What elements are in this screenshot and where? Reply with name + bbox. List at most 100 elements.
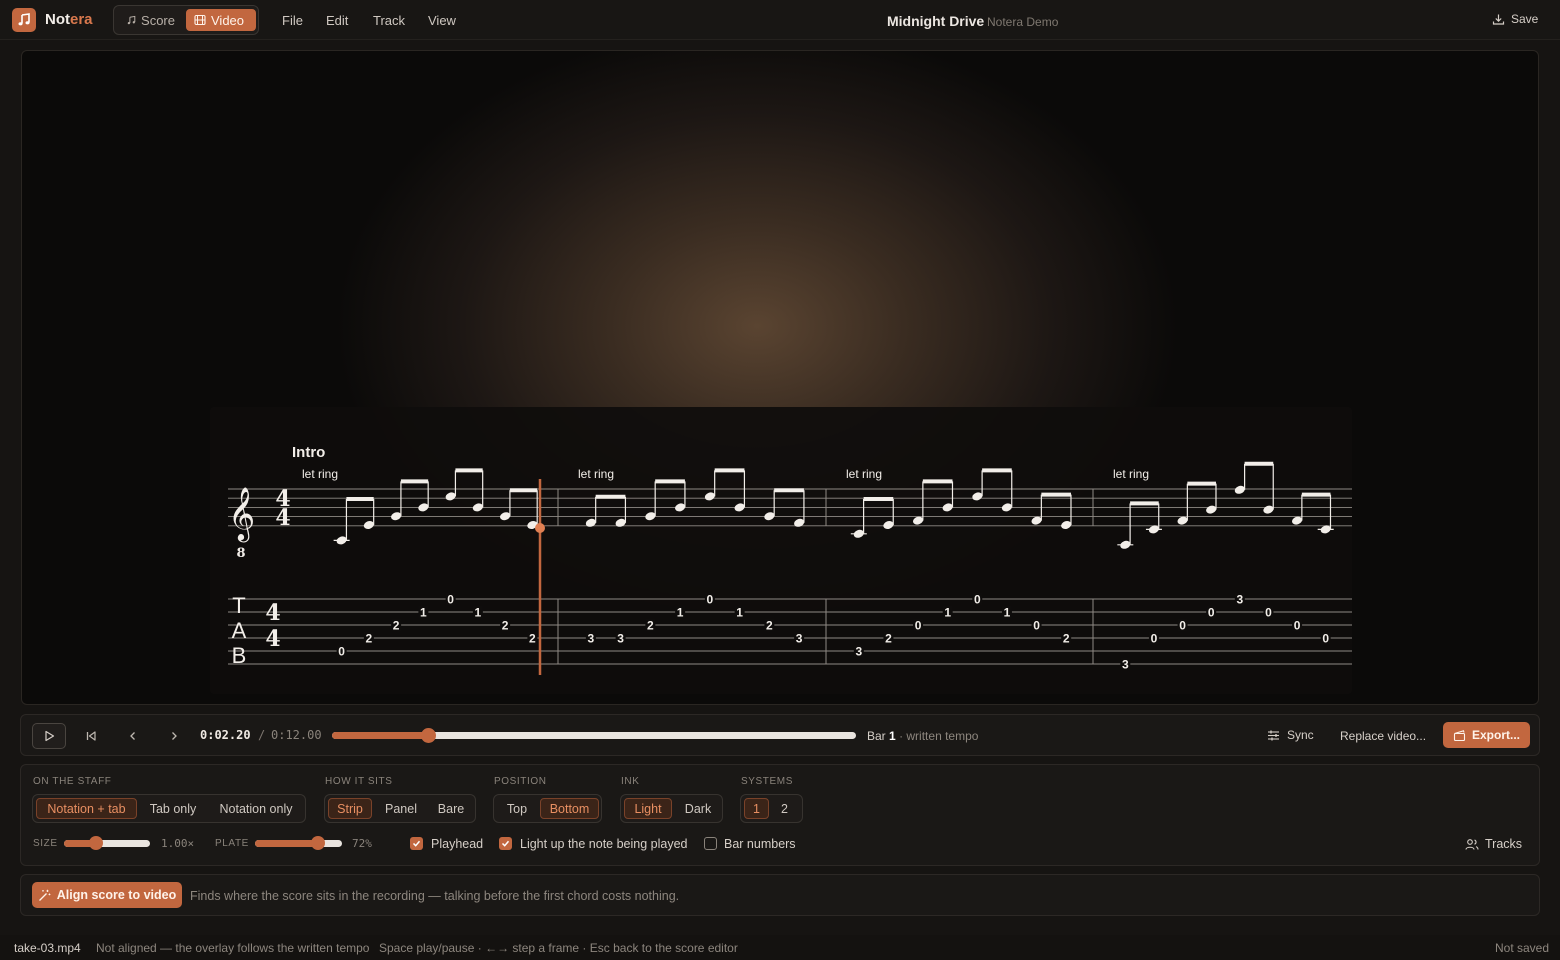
size-label: SIZE bbox=[33, 838, 58, 849]
tracks-button[interactable]: Tracks bbox=[1465, 837, 1522, 851]
how-it-sits-segmented: Strip Panel Bare bbox=[324, 794, 476, 823]
octave-marker: 8 bbox=[236, 546, 245, 561]
timeline-handle[interactable] bbox=[421, 728, 437, 743]
plate-slider[interactable] bbox=[255, 836, 342, 850]
on-staff-segmented: Notation + tab Tab only Notation only bbox=[32, 794, 306, 823]
mode-score-label: Score bbox=[141, 12, 175, 28]
total-time: 0:12.00 bbox=[271, 728, 322, 742]
notation-tab-option[interactable]: Notation + tab bbox=[36, 798, 137, 819]
tab-fret-number: 1 bbox=[1004, 606, 1011, 620]
tab-fret-number: 0 bbox=[447, 593, 454, 607]
light-up-checkbox[interactable] bbox=[499, 837, 512, 850]
size-value: 1.00× bbox=[161, 837, 195, 850]
top-bar: Notera Score Video File Edit Track View … bbox=[0, 0, 1560, 40]
menu-view[interactable]: View bbox=[428, 13, 456, 28]
skip-to-start-button[interactable] bbox=[74, 723, 108, 749]
timeline-progress bbox=[332, 732, 429, 739]
menu-edit[interactable]: Edit bbox=[326, 13, 348, 28]
let-ring-annotation: let ring bbox=[1113, 467, 1149, 481]
save-label: Save bbox=[1511, 12, 1539, 26]
tab-fret-number: 0 bbox=[1033, 619, 1040, 633]
document-subtitle: Notera Demo bbox=[987, 15, 1059, 29]
systems-2-option[interactable]: 2 bbox=[772, 798, 797, 819]
magic-wand-icon bbox=[38, 889, 51, 901]
menu-file[interactable]: File bbox=[282, 13, 303, 28]
position-label: POSITION bbox=[494, 776, 547, 787]
mode-video-button[interactable]: Video bbox=[186, 9, 256, 31]
status-file: take-03.mp4 bbox=[14, 941, 81, 955]
light-up-label: Light up the note being played bbox=[520, 837, 688, 851]
menu-track[interactable]: Track bbox=[373, 13, 405, 28]
tab-fret-number: 2 bbox=[393, 619, 400, 633]
app-logo-icon bbox=[12, 8, 36, 32]
align-score-button[interactable]: Align score to video bbox=[32, 882, 182, 908]
chevron-right-icon bbox=[172, 732, 177, 740]
size-slider[interactable] bbox=[64, 836, 150, 850]
tab-fret-number: 3 bbox=[1236, 593, 1243, 607]
tab-only-option[interactable]: Tab only bbox=[141, 798, 205, 819]
app-name-accent: era bbox=[70, 11, 93, 28]
mode-score-button[interactable]: Score bbox=[119, 9, 183, 31]
let-ring-annotation: let ring bbox=[302, 467, 338, 481]
panel-option[interactable]: Panel bbox=[377, 798, 425, 819]
play-button[interactable] bbox=[32, 723, 66, 749]
section-marker: Intro bbox=[292, 444, 325, 461]
status-bar: take-03.mp4 Not aligned — the overlay fo… bbox=[0, 935, 1560, 960]
strip-option[interactable]: Strip bbox=[328, 798, 372, 819]
treble-clef: 𝄞 bbox=[228, 486, 255, 542]
playhead-active-note bbox=[535, 523, 545, 533]
tab-fret-number: 2 bbox=[647, 619, 654, 633]
bar-number: 1 bbox=[889, 729, 896, 743]
tab-time-signature-bottom: 4 bbox=[265, 626, 280, 652]
save-button[interactable]: Save bbox=[1492, 12, 1538, 26]
bar-numbers-checkbox[interactable] bbox=[704, 837, 717, 850]
download-icon bbox=[1492, 14, 1505, 25]
align-bar: Align score to video Finds where the sco… bbox=[20, 874, 1540, 916]
light-ink-option[interactable]: Light bbox=[624, 798, 672, 819]
tab-fret-number: 0 bbox=[1151, 632, 1158, 646]
align-hint: Finds where the score sits in the record… bbox=[190, 889, 680, 903]
tab-fret-number: 3 bbox=[1122, 658, 1129, 672]
systems-label: SYSTEMS bbox=[741, 776, 793, 787]
tab-fret-number: 0 bbox=[1294, 619, 1301, 633]
tab-fret-number: 2 bbox=[502, 619, 509, 633]
status-alignment: Not aligned — the overlay follows the wr… bbox=[96, 941, 370, 955]
export-button[interactable]: Export... bbox=[1443, 722, 1530, 748]
tab-fret-number: 1 bbox=[420, 606, 427, 620]
overlay-options-panel: ON THE STAFF Notation + tab Tab only Not… bbox=[20, 764, 1540, 866]
ink-segmented: Light Dark bbox=[620, 794, 723, 823]
plate-slider-handle[interactable] bbox=[310, 836, 325, 850]
systems-segmented: 1 2 bbox=[740, 794, 803, 823]
on-staff-label: ON THE STAFF bbox=[33, 776, 112, 787]
plate-value: 72% bbox=[352, 837, 372, 850]
tab-clef-letter: A bbox=[232, 618, 247, 643]
tab-fret-number: 0 bbox=[1322, 632, 1329, 646]
top-option[interactable]: Top bbox=[497, 798, 537, 819]
sync-button[interactable]: Sync bbox=[1267, 728, 1314, 742]
step-back-button[interactable] bbox=[116, 723, 150, 749]
notation-only-option[interactable]: Notation only bbox=[209, 798, 303, 819]
plate-label: PLATE bbox=[215, 838, 249, 849]
status-shortcuts: Space play/pause · ←→ step a frame · Esc… bbox=[379, 941, 738, 955]
size-slider-handle[interactable] bbox=[88, 836, 103, 850]
bare-option[interactable]: Bare bbox=[429, 798, 473, 819]
replace-video-button[interactable]: Replace video... bbox=[1340, 729, 1426, 743]
time-signature-bottom: 4 bbox=[275, 505, 290, 531]
position-segmented: Top Bottom bbox=[493, 794, 602, 823]
tab-fret-number: 2 bbox=[366, 632, 373, 646]
bottom-option[interactable]: Bottom bbox=[540, 798, 599, 819]
step-forward-button[interactable] bbox=[157, 723, 191, 749]
chevron-left-icon bbox=[130, 732, 135, 740]
systems-1-option[interactable]: 1 bbox=[744, 798, 769, 819]
mode-video-label: Video bbox=[211, 12, 245, 28]
tracks-label: Tracks bbox=[1485, 837, 1523, 851]
video-preview[interactable]: 𝄞 8 4 4 T A B 4 4 Intro let ring 0 2 2 1 0 1 2 2 let ring 3 3… bbox=[21, 50, 1539, 705]
timeline-scrubber[interactable] bbox=[332, 728, 856, 743]
dark-ink-option[interactable]: Dark bbox=[676, 798, 720, 819]
tab-fret-number: 0 bbox=[707, 593, 714, 607]
status-save-state: Not saved bbox=[1495, 941, 1550, 955]
tab-fret-number: 3 bbox=[855, 645, 862, 659]
playhead-checkbox[interactable] bbox=[410, 837, 423, 850]
check-icon bbox=[412, 840, 421, 847]
tab-fret-number: 1 bbox=[677, 606, 684, 620]
